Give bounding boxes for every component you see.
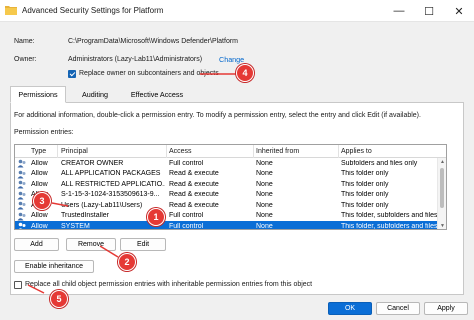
callout-badge-2: 2 [118,253,136,271]
callout-badge-5: 5 [50,290,68,308]
callout-badge-1: 1 [147,208,165,226]
callout-badge-4: 4 [236,64,254,82]
callout-badge-3: 3 [33,192,51,210]
callout-arrows [27,73,237,294]
